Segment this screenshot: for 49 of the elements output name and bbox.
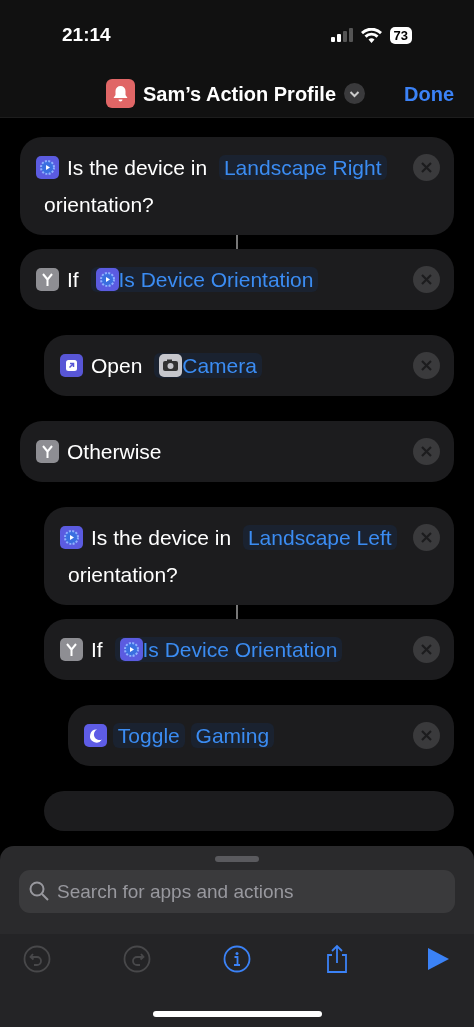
bell-icon [106, 79, 135, 108]
action-card[interactable]: Toggle Gaming [68, 705, 454, 766]
branch-icon [36, 268, 59, 291]
remove-button[interactable] [413, 722, 440, 749]
action-card[interactable]: Is the device in Landscape Right orientation? [20, 137, 454, 235]
action-card[interactable]: If Is Device Orientation [44, 619, 454, 680]
parameter-token[interactable]: Toggle [112, 723, 185, 748]
parameter-token[interactable]: Gaming [190, 723, 275, 748]
remove-button[interactable] [413, 352, 440, 379]
battery-level: 73 [389, 26, 412, 44]
variable-token[interactable]: Camera [154, 353, 262, 378]
remove-button[interactable] [413, 524, 440, 551]
signal-icon [330, 28, 353, 42]
variable-token[interactable]: Is Device Orientation [90, 267, 319, 292]
action-card[interactable]: Is the device in Landscape Left orientation? [44, 507, 454, 605]
action-card[interactable]: If Is Device Orientation [20, 249, 454, 310]
moon-icon [84, 724, 107, 747]
info-button[interactable] [222, 944, 252, 974]
action-text: Otherwise [66, 440, 163, 463]
action-card[interactable]: Open Camera [44, 335, 454, 396]
search-field[interactable]: Search for apps and actions [19, 870, 455, 913]
parameter-token[interactable]: Landscape Left [242, 525, 397, 550]
action-card[interactable]: Otherwise [20, 421, 454, 482]
remove-button[interactable] [413, 438, 440, 465]
wifi-icon [360, 27, 382, 43]
gear-icon [95, 268, 119, 291]
gear-icon [119, 638, 143, 661]
action-text: Is the device in [66, 156, 209, 179]
remove-button[interactable] [413, 266, 440, 293]
gear-icon [60, 526, 83, 549]
gear-icon [36, 156, 59, 179]
action-text: If [90, 638, 104, 661]
action-text: orientation? [67, 563, 179, 586]
branch-icon [36, 440, 59, 463]
remove-button[interactable] [413, 636, 440, 663]
variable-token[interactable]: Is Device Orientation [114, 637, 343, 662]
remove-button[interactable] [413, 154, 440, 181]
action-text: Open [90, 354, 144, 377]
action-text: Is the device in [90, 526, 233, 549]
action-text: If [66, 268, 80, 291]
done-button[interactable]: Done [404, 78, 454, 109]
camera-icon [159, 354, 183, 377]
action-text: orientation? [43, 193, 155, 216]
sheet-handle[interactable] [215, 856, 259, 862]
shortcut-title: Sam’s Action Profile [143, 81, 336, 107]
parameter-token[interactable]: Landscape Right [218, 155, 387, 180]
chevron-down-icon[interactable] [344, 83, 365, 104]
clock-time: 21:14 [62, 22, 111, 47]
branch-icon [60, 638, 83, 661]
